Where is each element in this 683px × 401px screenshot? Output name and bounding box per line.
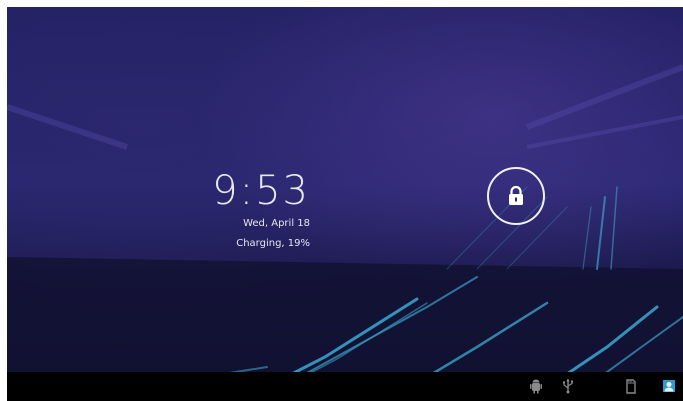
date-label: Wed, April 18 xyxy=(243,218,310,229)
user-avatar-icon xyxy=(663,380,675,392)
lock-screen: 9:53 Wed, April 18 Charging, 19% xyxy=(7,7,683,401)
system-navigation-bar xyxy=(7,372,683,401)
sd-card-icon xyxy=(626,379,636,394)
usb-icon xyxy=(562,379,573,394)
charging-status: Charging, 19% xyxy=(236,238,310,249)
padlock-icon xyxy=(509,185,523,205)
wallpaper xyxy=(7,64,683,401)
unlock-button[interactable] xyxy=(487,167,545,225)
clock-time: 9:53 xyxy=(212,168,310,214)
android-debug-icon xyxy=(530,379,542,394)
